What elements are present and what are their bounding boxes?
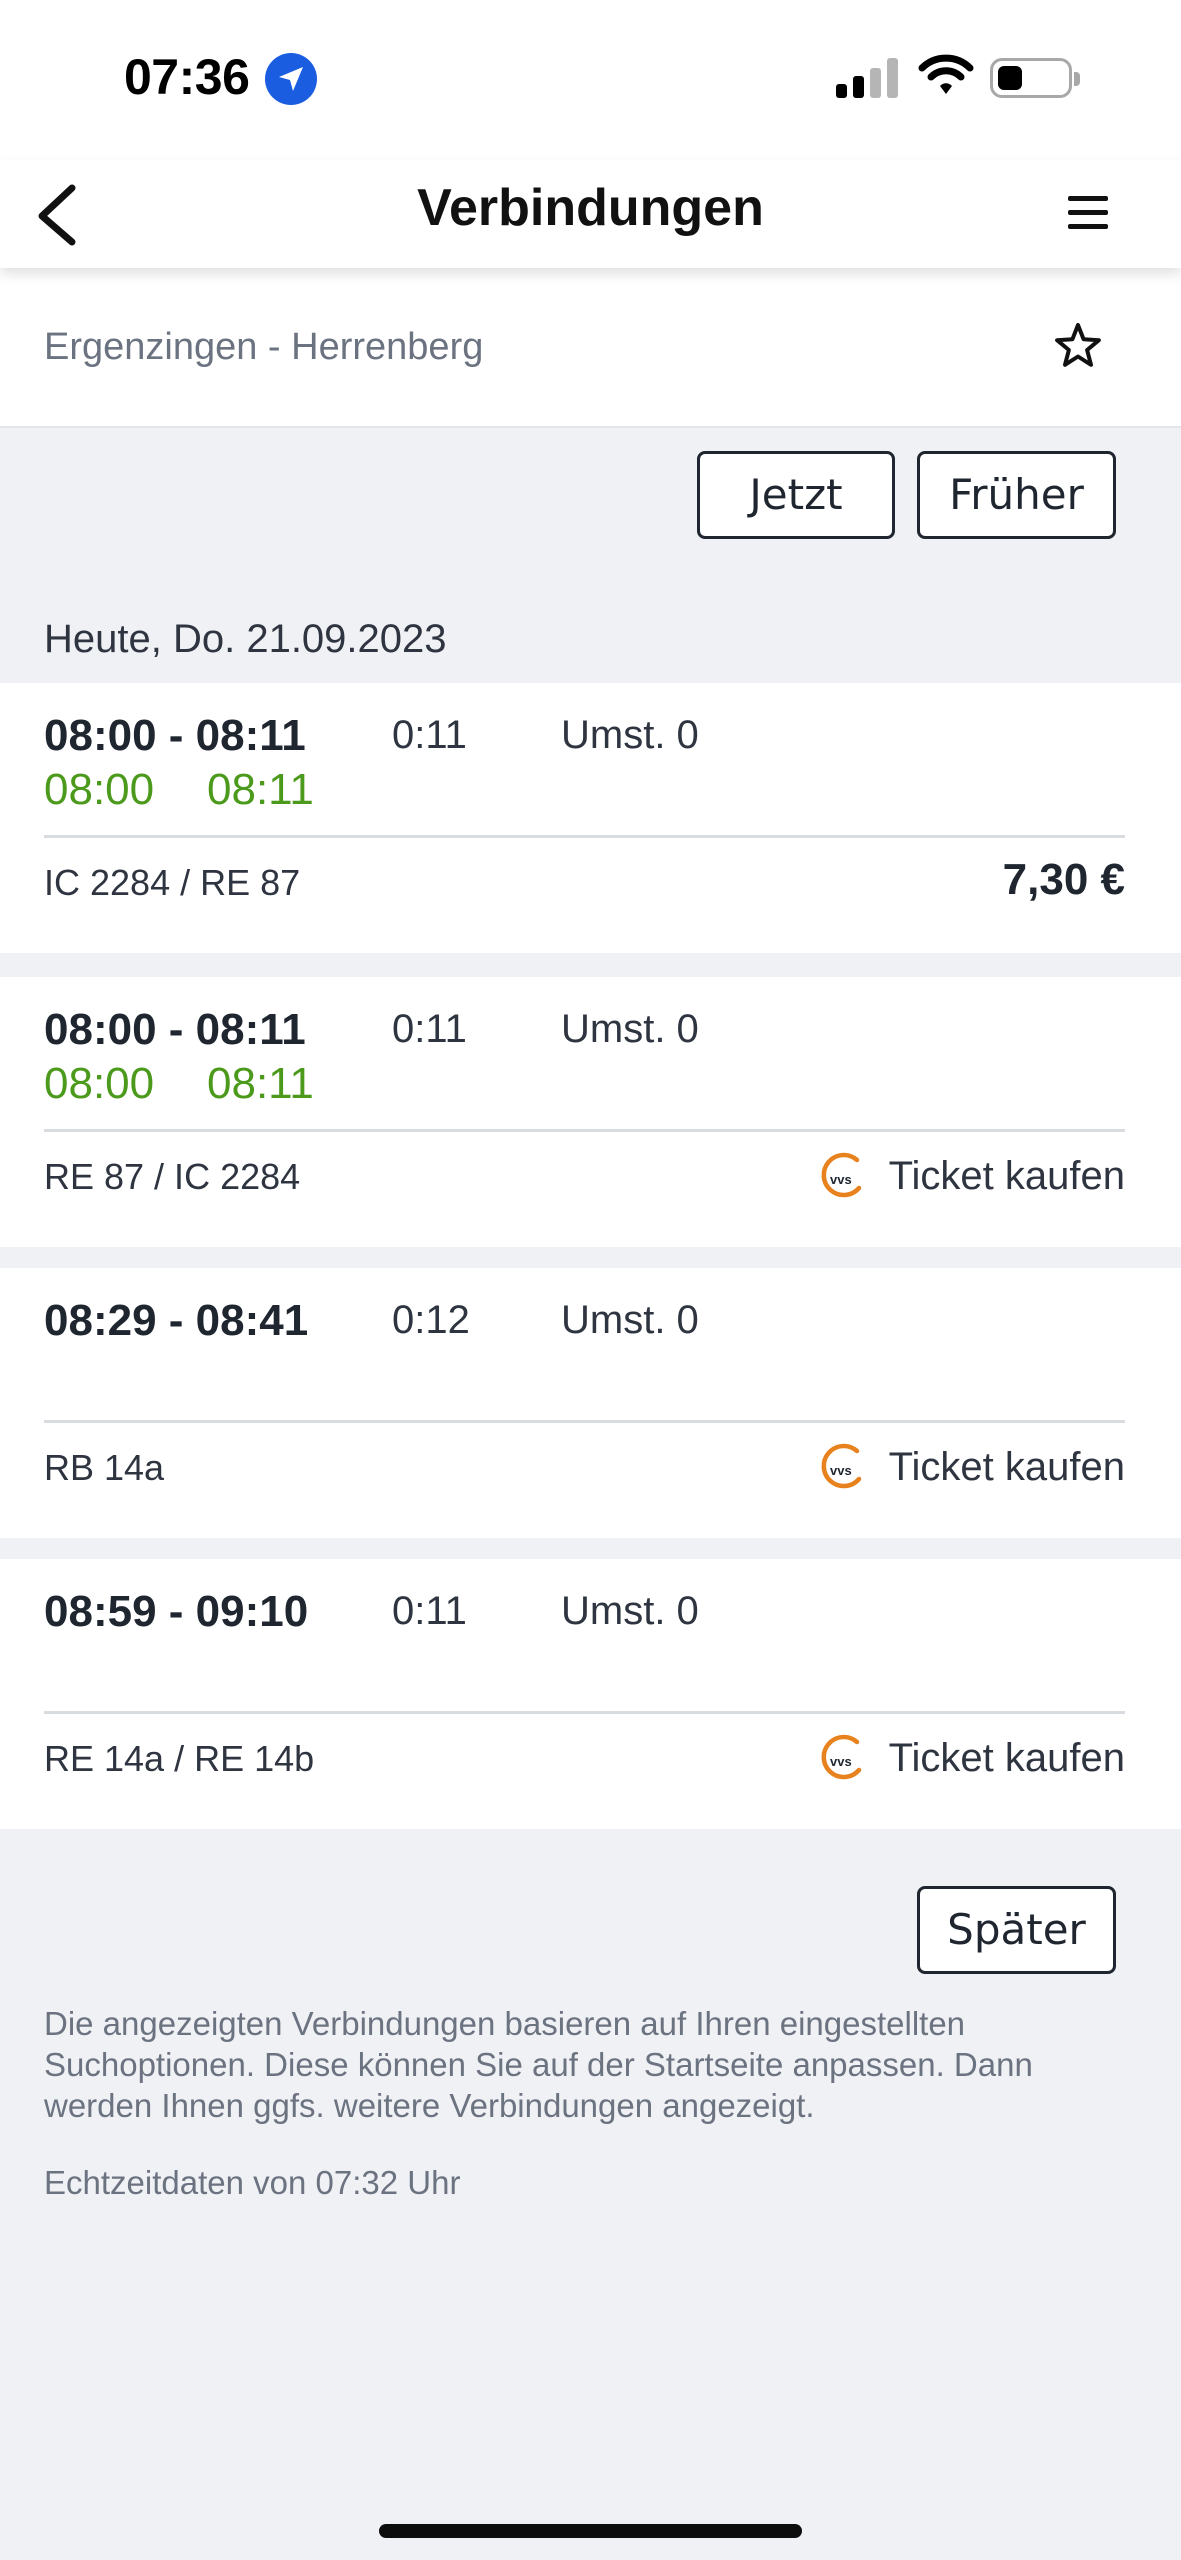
connection-transfers: Umst. 0 [561, 1007, 699, 1051]
buy-ticket-link[interactable]: vvs Ticket kaufen [815, 1149, 1125, 1203]
vvs-logo-text: vvs [830, 1463, 852, 1478]
route-text: Ergenzingen - Herrenberg [44, 326, 484, 368]
vvs-logo-text: vvs [830, 1754, 852, 1769]
wifi-icon [918, 54, 974, 94]
connection-times: 08:00 - 08:11 [44, 711, 306, 760]
vvs-logo-text: vvs [830, 1172, 852, 1187]
connection-duration: 0:11 [392, 1589, 467, 1633]
connection-times: 08:29 - 08:41 [44, 1296, 309, 1345]
buy-ticket-link[interactable]: vvs Ticket kaufen [815, 1731, 1125, 1785]
status-bar: 07:36 [0, 0, 1181, 160]
buy-ticket-label: Ticket kaufen [888, 1735, 1125, 1780]
realtime-timestamp: Echtzeitdaten von 07:32 Uhr [44, 2164, 461, 2201]
realtime-arrival: 08:11 [207, 1059, 314, 1108]
location-arrow-icon [265, 53, 317, 105]
connection-card[interactable]: 08:00 - 08:11 0:11 Umst. 0 08:00 08:11 R… [0, 977, 1181, 1247]
search-options-note: Die angezeigten Verbindungen basieren au… [44, 2005, 1033, 2124]
top-navigation-bar: Verbindungen [0, 160, 1181, 268]
vvs-logo-icon: vvs [821, 1734, 861, 1780]
home-indicator[interactable] [379, 2524, 802, 2538]
card-divider [44, 1711, 1125, 1714]
connection-times: 08:59 - 09:10 [44, 1587, 309, 1636]
realtime-departure: 08:00 [44, 1059, 155, 1108]
status-time: 07:36 [124, 49, 250, 105]
connection-transfers: Umst. 0 [561, 713, 699, 757]
connection-times: 08:00 - 08:11 [44, 1005, 306, 1054]
connection-lines: RE 14a / RE 14b [44, 1738, 315, 1779]
connection-card[interactable]: 08:59 - 09:10 0:11 Umst. 0 RE 14a / RE 1… [0, 1559, 1181, 1829]
connection-lines: IC 2284 / RE 87 [44, 862, 301, 903]
connection-card[interactable]: 08:29 - 08:41 0:12 Umst. 0 RB 14a vvs Ti… [0, 1268, 1181, 1538]
connection-lines: RE 87 / IC 2284 [44, 1156, 301, 1197]
battery-icon [990, 58, 1080, 98]
realtime-departure: 08:00 [44, 765, 155, 814]
buy-ticket-label: Ticket kaufen [888, 1444, 1125, 1489]
card-divider [44, 1420, 1125, 1423]
connection-lines: RB 14a [44, 1447, 165, 1488]
connection-duration: 0:12 [392, 1298, 470, 1342]
connection-transfers: Umst. 0 [561, 1589, 699, 1633]
now-button[interactable]: Jetzt [697, 451, 895, 539]
later-button[interactable]: Später [917, 1886, 1116, 1974]
card-divider [44, 835, 1125, 838]
star-outline-icon[interactable] [1052, 320, 1104, 372]
signal-icon [836, 58, 898, 98]
connection-card[interactable]: 08:00 - 08:11 0:11 Umst. 0 08:00 08:11 I… [0, 683, 1181, 953]
realtime-arrival: 08:11 [207, 765, 314, 814]
vvs-logo-icon: vvs [821, 1443, 861, 1489]
connection-duration: 0:11 [392, 713, 467, 757]
card-divider [44, 1129, 1125, 1132]
route-header: Ergenzingen - Herrenberg [0, 268, 1181, 428]
buy-ticket-label: Ticket kaufen [888, 1153, 1125, 1198]
vvs-logo-icon: vvs [821, 1152, 861, 1198]
earlier-button[interactable]: Früher [917, 451, 1116, 539]
connection-duration: 0:11 [392, 1007, 467, 1051]
buy-ticket-link[interactable]: vvs Ticket kaufen [815, 1440, 1125, 1494]
connection-transfers: Umst. 0 [561, 1298, 699, 1342]
connection-price: 7,30 € [1002, 855, 1125, 904]
hamburger-menu-icon[interactable] [1066, 190, 1114, 238]
date-heading: Heute, Do. 21.09.2023 [44, 617, 447, 661]
page-title: Verbindungen [417, 179, 764, 237]
